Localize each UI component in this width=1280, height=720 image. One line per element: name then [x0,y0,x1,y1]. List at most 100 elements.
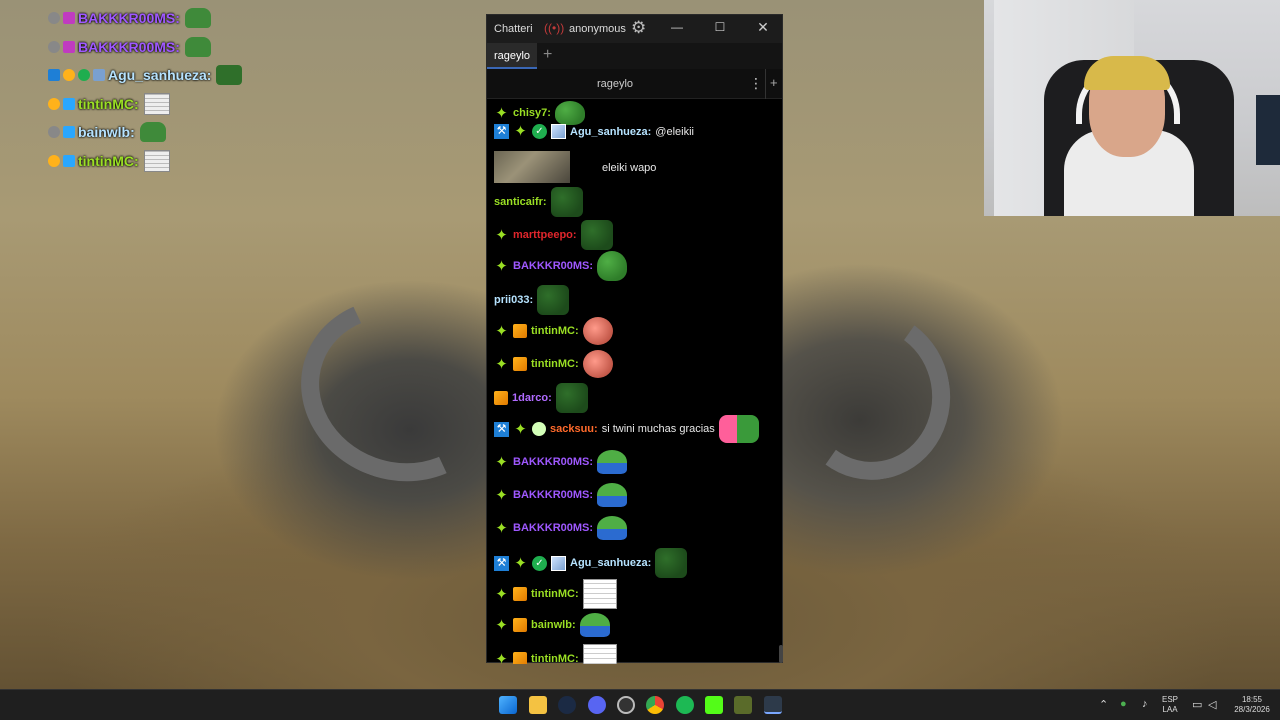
message-text: eleiki wapo [602,162,657,174]
discord-icon[interactable] [588,696,606,714]
badge-icon [63,97,75,110]
broadcaster-badge-icon: ⚒ [494,555,509,571]
message-text: @eleikii [655,125,694,138]
chat-message: ✦ BAKKKR00MS: [494,483,628,507]
picture-badge-icon [551,124,566,139]
username[interactable]: chisy7: [513,107,551,119]
subscriber-badge-icon [513,618,527,632]
badge-icon [48,69,60,82]
chat-message: ✦ tintinMC: [494,579,617,609]
chat-message: ⚒ ✦ sacksuu: si twini muchas gracias [494,415,759,443]
username[interactable]: sacksuu: [550,423,598,435]
add-split-icon[interactable]: + [770,75,778,90]
live-icon[interactable]: ((•)) [544,21,564,35]
username[interactable]: Agu_sanhueza: [570,557,651,569]
channel-header: rageylo ⋮ + [487,69,782,99]
badge-icon [48,126,60,139]
chat-message: ✦ BAKKKR00MS: [494,450,628,474]
badge-icon [63,69,75,82]
language-code: ESP [1162,695,1179,704]
username[interactable]: BAKKKR00MS: [513,260,593,272]
chat-message: ✦ bainwlb: [494,613,610,637]
username[interactable]: bainwlb: [531,619,576,631]
star-badge-icon: ✦ [495,585,508,603]
sketch-emote-icon [582,579,617,609]
microphone-icon[interactable]: ♪ [1142,698,1148,710]
account-button[interactable]: anonymous [569,23,626,35]
subscriber-badge-icon [513,587,527,601]
chat-message: ⚒ ✦ ✓ Agu_sanhueza: [494,548,688,578]
overlay-message: tintinMC: [48,147,308,176]
volume-icon[interactable]: ◁ [1208,698,1216,711]
add-tab-icon[interactable]: + [543,46,552,64]
star-badge-icon: ✦ [495,519,508,537]
pepe-emote-icon [597,516,628,540]
username[interactable]: tintinMC: [531,588,579,600]
chat-message: ✦ chisy7: [494,101,585,125]
scrollbar[interactable] [779,645,783,663]
overlay-username: Agu_sanhueza: [108,67,212,84]
badge-icon [48,97,60,110]
verified-icon [78,69,90,82]
tab-rageylo[interactable]: rageylo [487,43,537,69]
badge-icon [63,40,75,53]
overlay-username: BAKKKR00MS: [78,10,180,27]
language-indicator[interactable]: ESP LAA [1162,695,1178,715]
message-list[interactable]: ✦ chisy7: ⚒ ✦ ✓ Agu_sanhueza: @eleikii e… [487,99,784,664]
star-badge-icon: ✦ [495,226,508,244]
window-title: Chatteri [494,23,533,35]
username[interactable]: Agu_sanhueza: [570,126,651,138]
message-text: si twini muchas gracias [601,423,715,435]
chat-message-continuation: eleiki wapo [602,162,656,174]
settings-icon[interactable]: ⚙ [631,18,646,38]
overlay-username: BAKKKR00MS: [78,38,180,55]
webcam-monitor [1256,95,1280,165]
chat-message: ✦ tintinMC: [494,644,617,664]
username[interactable]: prii033: [494,294,533,306]
username[interactable]: tintinMC: [531,358,579,370]
username[interactable]: BAKKKR00MS: [513,522,593,534]
network-icon[interactable]: ▭ [1192,698,1202,711]
username[interactable]: marttpeepo: [513,229,577,241]
pink-face-emote-icon [582,317,613,345]
overlay-message: bainwlb: [48,118,308,147]
webcam-hat [1084,56,1170,90]
channel-name[interactable]: rageylo [487,78,743,90]
star-badge-icon: ✦ [495,322,508,340]
chat-message: 1darco: [494,383,588,413]
shield-icon[interactable]: ● [1120,698,1127,710]
start-icon[interactable] [499,696,517,714]
chat-message: prii033: [494,285,570,315]
maximize-button[interactable]: ☐ [710,20,730,34]
steam-icon[interactable] [558,696,576,714]
clock[interactable]: 18:55 28/3/2026 [1224,695,1280,715]
overlay-message: tintinMC: [48,90,308,119]
message-image [494,151,570,183]
chrome-icon[interactable] [646,696,664,714]
pepe-emote-icon [580,220,613,250]
tray-overflow-icon[interactable]: ⌃ [1099,698,1108,711]
star-badge-icon: ✦ [495,453,508,471]
username[interactable]: BAKKKR00MS: [513,489,593,501]
pepe-emote-icon [184,8,211,29]
title-bar[interactable]: Chatteri ((•)) anonymous ⚙ — ☐ ✕ [487,15,782,43]
channel-menu-icon[interactable]: ⋮ [749,75,763,92]
webcam-feed [984,0,1280,216]
kick-icon[interactable] [705,696,723,714]
obs-icon[interactable] [617,696,635,714]
spotify-icon[interactable] [676,696,694,714]
game-icon[interactable] [734,696,752,714]
chatteri-taskbar-icon[interactable] [764,696,782,714]
username[interactable]: 1darco: [512,392,552,404]
username[interactable]: BAKKKR00MS: [513,456,593,468]
star-badge-icon: ✦ [495,355,508,373]
file-explorer-icon[interactable] [529,696,547,714]
minimize-button[interactable]: — [667,20,687,34]
sketch-emote-icon [143,92,170,115]
username[interactable]: tintinMC: [531,653,579,664]
username[interactable]: santicaifr: [494,196,547,208]
pepe-emote-icon [216,65,243,86]
close-button[interactable]: ✕ [753,19,773,36]
heart-pepe-emote-icon [718,415,759,443]
username[interactable]: tintinMC: [531,325,579,337]
